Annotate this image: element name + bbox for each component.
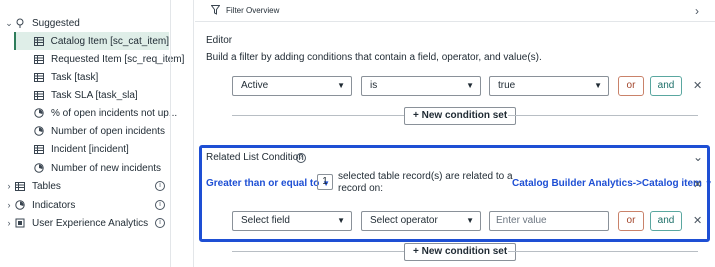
tree-item-label: Number of open incidents <box>51 125 165 137</box>
caret-down-icon: ▼ <box>704 179 713 188</box>
related-text-line2: record on: <box>338 183 384 194</box>
new-condition-set-button[interactable]: + New condition set <box>404 243 517 261</box>
info-icon[interactable]: i <box>155 218 165 228</box>
table-icon <box>33 71 45 83</box>
table-icon <box>33 35 45 47</box>
or-button[interactable]: or <box>618 76 644 96</box>
tree-item-pct-open-incidents[interactable]: % of open incidents not up... <box>33 104 177 122</box>
chevron-right-icon[interactable]: › <box>4 181 14 191</box>
tree-item-label: Task [task] <box>51 71 99 83</box>
field-select-value: Active <box>241 80 269 91</box>
tree-group-user-experience-analytics[interactable]: › User Experience Analytics <box>4 214 149 232</box>
tree-item-incident[interactable]: Incident [incident] <box>33 140 129 158</box>
panel-divider <box>170 0 171 267</box>
table-icon <box>33 143 45 155</box>
chevron-right-icon[interactable]: › <box>4 200 14 210</box>
table-tree-panel: ⌄ Suggested Catalog Item [sc_cat_item] R… <box>0 0 184 267</box>
table-icon <box>14 180 26 192</box>
tree-group-tables[interactable]: › Tables <box>4 177 61 195</box>
indicator-icon <box>33 162 45 174</box>
divider <box>508 251 698 252</box>
lightbulb-icon <box>14 17 26 29</box>
tree-item-number-new-incidents[interactable]: Number of new incidents <box>33 159 161 177</box>
tree-group-label: User Experience Analytics <box>32 217 149 229</box>
caret-down-icon: ▼ <box>466 81 474 90</box>
field-select[interactable]: Select field ▼ <box>232 211 352 231</box>
help-icon[interactable]: ? <box>296 153 306 163</box>
caret-down-icon: ▼ <box>337 81 345 90</box>
tree-group-label: Suggested <box>32 17 80 29</box>
tree-item-label: Requested Item [sc_req_item] <box>51 53 185 65</box>
value-select-value: true <box>498 80 516 91</box>
chevron-down-icon[interactable]: ⌄ <box>4 18 14 29</box>
panel-divider <box>193 0 194 267</box>
tree-item-label: Catalog Item [sc_cat_item] <box>50 35 169 47</box>
tree-group-label: Tables <box>32 180 61 192</box>
new-condition-set-button[interactable]: + New condition set <box>404 107 517 125</box>
editor-title: Editor <box>206 35 233 46</box>
info-icon[interactable]: i <box>155 200 165 210</box>
tree-item-label: Incident [incident] <box>51 143 129 155</box>
table-icon <box>33 89 45 101</box>
new-condition-set-label: New condition set <box>421 110 508 121</box>
value-input[interactable]: Enter value <box>489 211 609 231</box>
table-icon <box>33 53 45 65</box>
related-text-line1: selected table record(s) are related to … <box>338 171 513 182</box>
tree-item-task-sla[interactable]: Task SLA [task_sla] <box>33 86 138 104</box>
divider <box>232 115 404 116</box>
tree-item-label: % of open incidents not up... <box>51 107 178 119</box>
filter-overview-header[interactable]: Filter Overview › <box>195 0 715 22</box>
tree-item-catalog-item[interactable]: Catalog Item [sc_cat_item] <box>14 32 169 50</box>
caret-down-icon: ▼ <box>466 216 474 225</box>
chevron-right-icon[interactable]: › <box>4 218 14 228</box>
operator-select[interactable]: Select operator ▼ <box>361 211 481 231</box>
count-input[interactable]: 1 <box>317 174 333 190</box>
caret-down-icon: ▼ <box>594 81 602 90</box>
caret-down-icon: ▼ <box>337 216 345 225</box>
close-icon[interactable]: ✕ <box>693 79 702 92</box>
plus-icon: + <box>413 246 419 257</box>
and-button[interactable]: and <box>650 211 682 231</box>
operator-select-value: is <box>370 80 378 91</box>
field-select[interactable]: Active ▼ <box>232 76 352 96</box>
related-list-title: Related List Condition <box>206 152 304 163</box>
indicator-icon <box>33 125 45 137</box>
indicator-icon <box>14 199 26 211</box>
field-select-placeholder: Select field <box>241 215 290 226</box>
quantifier-dropdown[interactable]: Greater than or equal to ▼ <box>206 178 330 189</box>
divider <box>508 115 698 116</box>
cube-icon <box>14 217 26 229</box>
tree-item-label: Task SLA [task_sla] <box>51 89 138 101</box>
chevron-right-icon[interactable]: › <box>695 4 699 18</box>
tree-group-label: Indicators <box>32 199 76 211</box>
close-icon[interactable]: ✕ <box>693 178 702 191</box>
value-select[interactable]: true ▼ <box>489 76 609 96</box>
operator-select[interactable]: is ▼ <box>361 76 481 96</box>
tree-item-label: Number of new incidents <box>51 162 162 174</box>
and-button[interactable]: and <box>650 76 682 96</box>
filter-icon <box>210 5 221 18</box>
indicator-icon <box>33 107 45 119</box>
tree-group-suggested[interactable]: ⌄ Suggested <box>4 14 80 32</box>
new-condition-set-label: New condition set <box>421 246 508 257</box>
or-button[interactable]: or <box>618 211 644 231</box>
tree-group-indicators[interactable]: › Indicators <box>4 196 76 214</box>
chevron-down-icon[interactable]: ⌄ <box>693 150 703 164</box>
close-icon[interactable]: ✕ <box>693 214 702 227</box>
tree-item-number-open-incidents[interactable]: Number of open incidents <box>33 122 165 140</box>
plus-icon: + <box>413 110 419 121</box>
filter-overview-label: Filter Overview <box>226 6 280 15</box>
tree-item-task[interactable]: Task [task] <box>33 68 98 86</box>
related-list-dropdown[interactable]: Catalog Builder Analytics->Catalog item … <box>512 178 713 189</box>
tree-item-requested-item[interactable]: Requested Item [sc_req_item] <box>33 50 184 68</box>
operator-select-placeholder: Select operator <box>370 215 438 226</box>
quantifier-label: Greater than or equal to <box>206 178 320 189</box>
editor-description: Build a filter by adding conditions that… <box>206 52 542 63</box>
related-list-label: Catalog Builder Analytics->Catalog item <box>512 178 702 189</box>
divider <box>232 251 404 252</box>
info-icon[interactable]: i <box>155 181 165 191</box>
